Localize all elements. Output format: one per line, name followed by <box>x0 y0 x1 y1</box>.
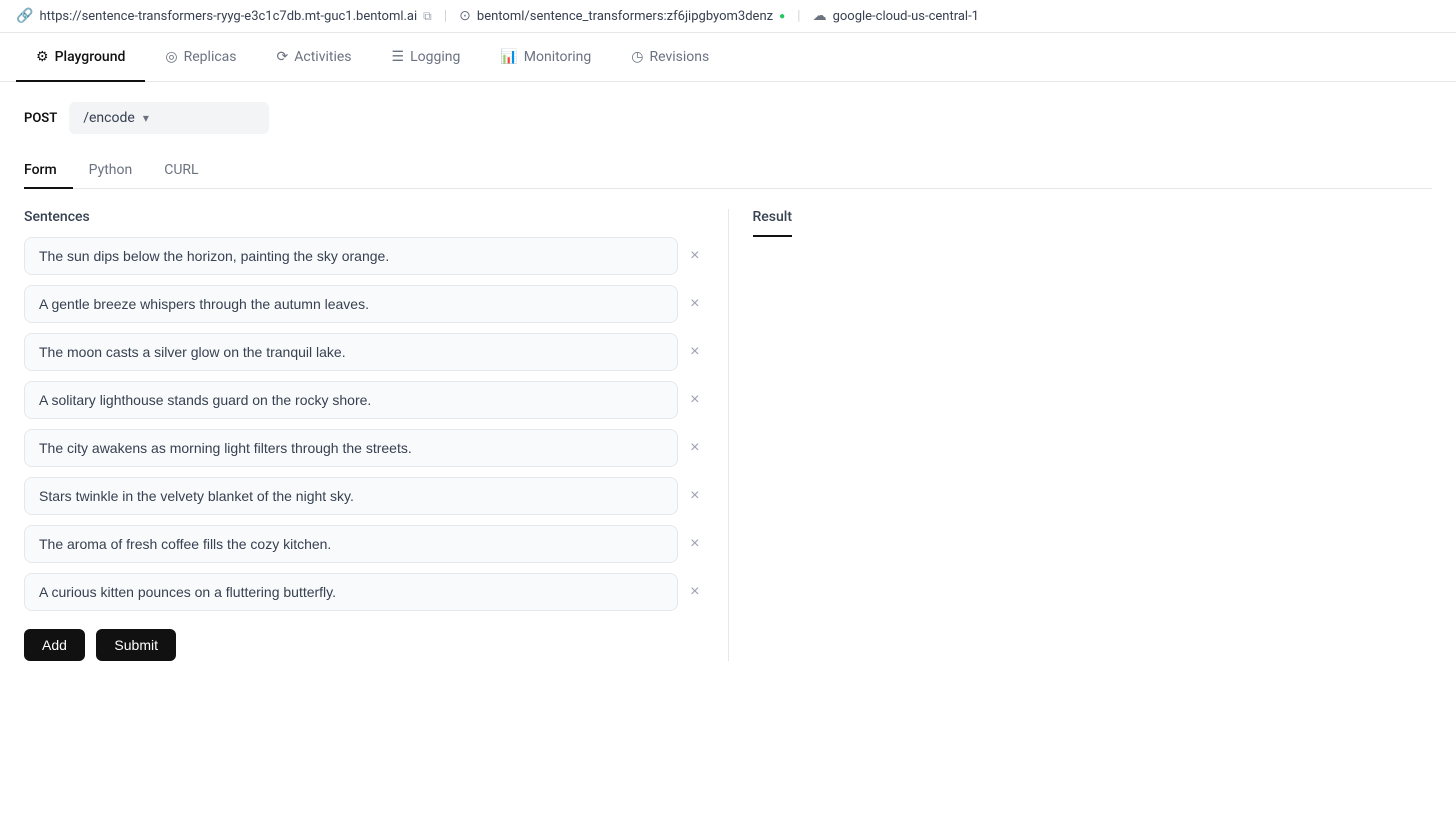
sentence-row: × <box>24 573 704 611</box>
sentence-input-1[interactable] <box>24 285 678 323</box>
sentence-row: × <box>24 477 704 515</box>
activities-icon: ⟳ <box>277 49 289 65</box>
sub-tabs: Form Python CURL <box>24 154 1432 189</box>
endpoint-row: POST /encode ▾ <box>24 102 1432 134</box>
sentence-input-6[interactable] <box>24 525 678 563</box>
region-url[interactable]: ☁ google-cloud-us-central-1 <box>813 8 979 24</box>
sentence-input-5[interactable] <box>24 477 678 515</box>
left-column: Sentences × × × × × × × × Add Submit <box>24 209 729 661</box>
link-icon: 🔗 <box>16 8 33 24</box>
sentence-input-7[interactable] <box>24 573 678 611</box>
remove-sentence-4[interactable]: × <box>686 436 703 460</box>
tab-playground[interactable]: ⚙ Playground <box>16 33 145 81</box>
right-column: Result <box>729 209 1433 661</box>
tab-revisions[interactable]: ◷ Revisions <box>611 33 729 81</box>
subtab-python[interactable]: Python <box>73 154 149 188</box>
nav-tabs: ⚙ Playground ◎ Replicas ⟳ Activities ☰ L… <box>0 33 1456 82</box>
monitoring-icon: 📊 <box>500 49 517 65</box>
sentence-input-3[interactable] <box>24 381 678 419</box>
sentences-label: Sentences <box>24 209 704 225</box>
replicas-icon: ◎ <box>165 49 177 65</box>
remove-sentence-3[interactable]: × <box>686 388 703 412</box>
remove-sentence-6[interactable]: × <box>686 532 703 556</box>
remove-sentence-5[interactable]: × <box>686 484 703 508</box>
model-active-icon: ● <box>779 11 785 22</box>
sentence-row: × <box>24 237 704 275</box>
endpoint-url[interactable]: 🔗 https://sentence-transformers-ryyg-e3c… <box>16 8 432 24</box>
result-label: Result <box>753 209 793 237</box>
sentences-container: × × × × × × × × <box>24 237 704 611</box>
playground-icon: ⚙ <box>36 49 49 65</box>
endpoint-select[interactable]: /encode ▾ <box>69 102 269 134</box>
two-column-layout: Sentences × × × × × × × × Add Submit Result <box>24 209 1432 661</box>
tab-monitoring[interactable]: 📊 Monitoring <box>480 33 611 81</box>
remove-sentence-1[interactable]: × <box>686 292 703 316</box>
sentence-row: × <box>24 285 704 323</box>
sentence-row: × <box>24 381 704 419</box>
copy-icon[interactable]: ⧉ <box>423 9 432 24</box>
url-bar: 🔗 https://sentence-transformers-ryyg-e3c… <box>0 0 1456 33</box>
subtab-curl[interactable]: CURL <box>148 154 214 188</box>
sentence-input-4[interactable] <box>24 429 678 467</box>
tab-replicas[interactable]: ◎ Replicas <box>145 33 256 81</box>
revisions-icon: ◷ <box>631 49 643 65</box>
remove-sentence-7[interactable]: × <box>686 580 703 604</box>
region-icon: ☁ <box>813 8 827 24</box>
sentence-row: × <box>24 333 704 371</box>
model-icon: ⊙ <box>459 8 471 24</box>
submit-button[interactable]: Submit <box>96 629 176 661</box>
subtab-form[interactable]: Form <box>24 154 73 188</box>
tab-activities[interactable]: ⟳ Activities <box>257 33 372 81</box>
add-button[interactable]: Add <box>24 629 85 661</box>
sentence-row: × <box>24 429 704 467</box>
tab-logging[interactable]: ☰ Logging <box>372 33 481 81</box>
remove-sentence-2[interactable]: × <box>686 340 703 364</box>
sentence-input-0[interactable] <box>24 237 678 275</box>
sentence-row: × <box>24 525 704 563</box>
model-url[interactable]: ⊙ bentoml/sentence_transformers:zf6jipgb… <box>459 8 785 24</box>
method-badge: POST <box>24 111 57 126</box>
logging-icon: ☰ <box>392 49 405 65</box>
main-content: POST /encode ▾ Form Python CURL Sentence… <box>0 82 1456 681</box>
sentence-input-2[interactable] <box>24 333 678 371</box>
remove-sentence-0[interactable]: × <box>686 244 703 268</box>
chevron-down-icon: ▾ <box>143 111 149 125</box>
action-buttons: Add Submit <box>24 621 704 661</box>
